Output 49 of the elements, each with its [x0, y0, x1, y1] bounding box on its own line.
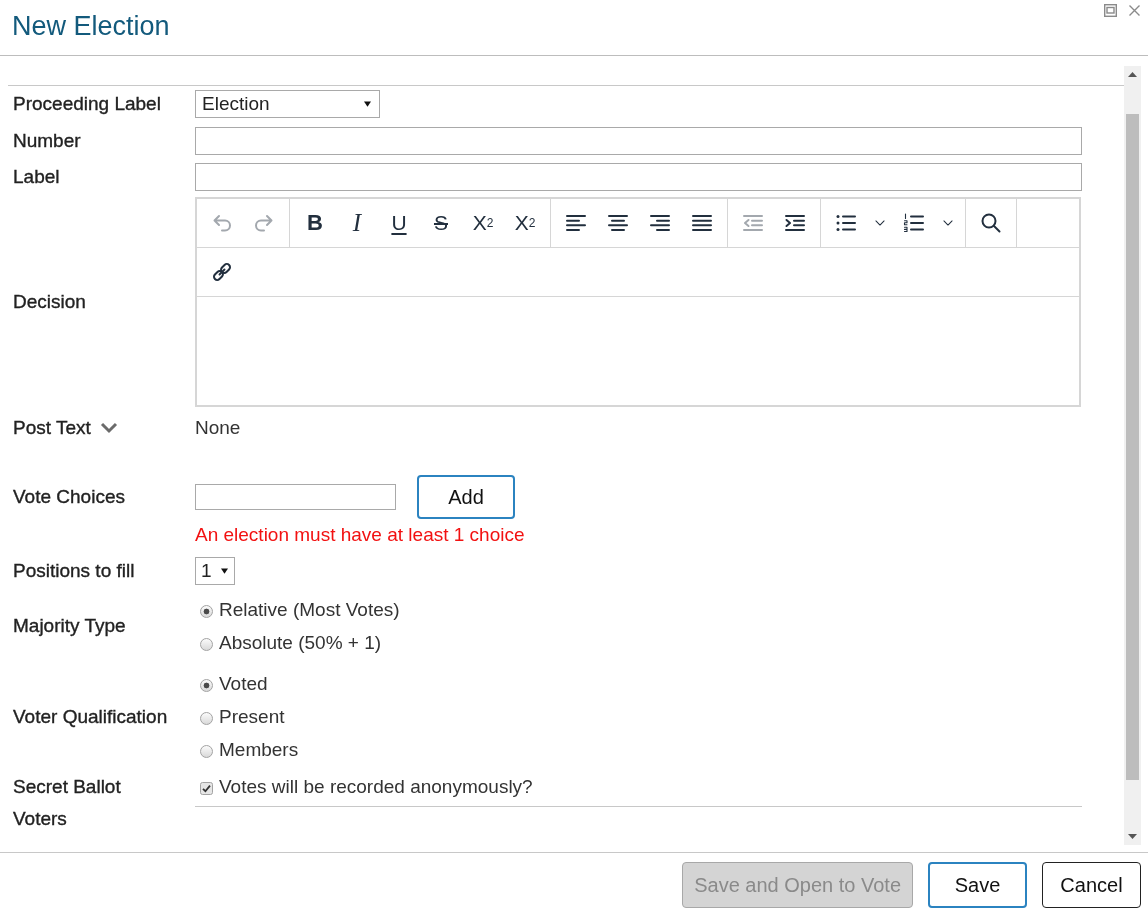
checkbox[interactable] — [200, 781, 213, 795]
caret-icon — [221, 568, 228, 574]
field-label: Decision — [13, 290, 86, 314]
add-button[interactable]: Add — [417, 475, 515, 519]
vote-choice-input[interactable] — [195, 484, 396, 510]
footer-button[interactable]: Save — [928, 862, 1027, 908]
link-icon — [210, 260, 234, 284]
search-icon — [979, 211, 1003, 235]
window-title: New Election — [12, 10, 170, 43]
field-label: Secret Ballot — [13, 775, 121, 799]
radio-button[interactable] — [200, 679, 213, 692]
error-message: An election must have at least 1 choice — [195, 523, 525, 547]
radio-button[interactable] — [200, 745, 213, 758]
radio-button[interactable] — [200, 712, 213, 725]
restore-icon[interactable] — [1104, 4, 1117, 17]
radio-label: Members — [219, 737, 299, 762]
underline-button[interactable]: U — [378, 199, 420, 247]
dropdown-select[interactable]: 1 — [195, 557, 235, 585]
bold-button[interactable]: B — [294, 199, 336, 247]
field-label: Vote Choices — [13, 485, 125, 509]
field-label: Proceeding Label — [13, 92, 161, 116]
chevron-down-icon[interactable] — [99, 421, 118, 435]
field-label: Positions to fill — [13, 559, 135, 583]
radio-label: Absolute (50% + 1) — [219, 630, 382, 655]
field-label: Voters — [13, 807, 67, 831]
field-label: Number — [13, 129, 81, 153]
scroll-up-icon[interactable] — [1128, 72, 1137, 77]
radio-button[interactable] — [200, 638, 213, 651]
scrollbar-thumb[interactable] — [1126, 114, 1139, 780]
field-label: Majority Type — [13, 614, 126, 638]
text-input[interactable] — [195, 127, 1082, 155]
footer-button[interactable]: Cancel — [1042, 862, 1141, 908]
field-label: Label — [13, 165, 60, 189]
radio-label: Voted — [219, 671, 268, 696]
numbered-list-icon — [902, 211, 926, 235]
close-icon[interactable] — [1128, 4, 1141, 17]
caret-icon — [364, 101, 371, 107]
field-label: Post Text — [13, 416, 91, 440]
radio-label: Relative (Most Votes) — [219, 597, 400, 622]
scroll-down-icon[interactable] — [1128, 834, 1137, 839]
italic-button[interactable]: I — [336, 199, 378, 247]
radio-label: Present — [219, 704, 285, 729]
field-label: Voter Qualification — [13, 704, 168, 729]
post-text-value: None — [195, 416, 241, 440]
strikethrough-button[interactable]: S — [420, 199, 462, 247]
text-input[interactable] — [195, 163, 1082, 191]
dropdown-select[interactable]: Election — [195, 90, 380, 118]
radio-button[interactable] — [200, 605, 213, 618]
checkbox-label: Votes will be recorded anonymously? — [219, 775, 533, 799]
